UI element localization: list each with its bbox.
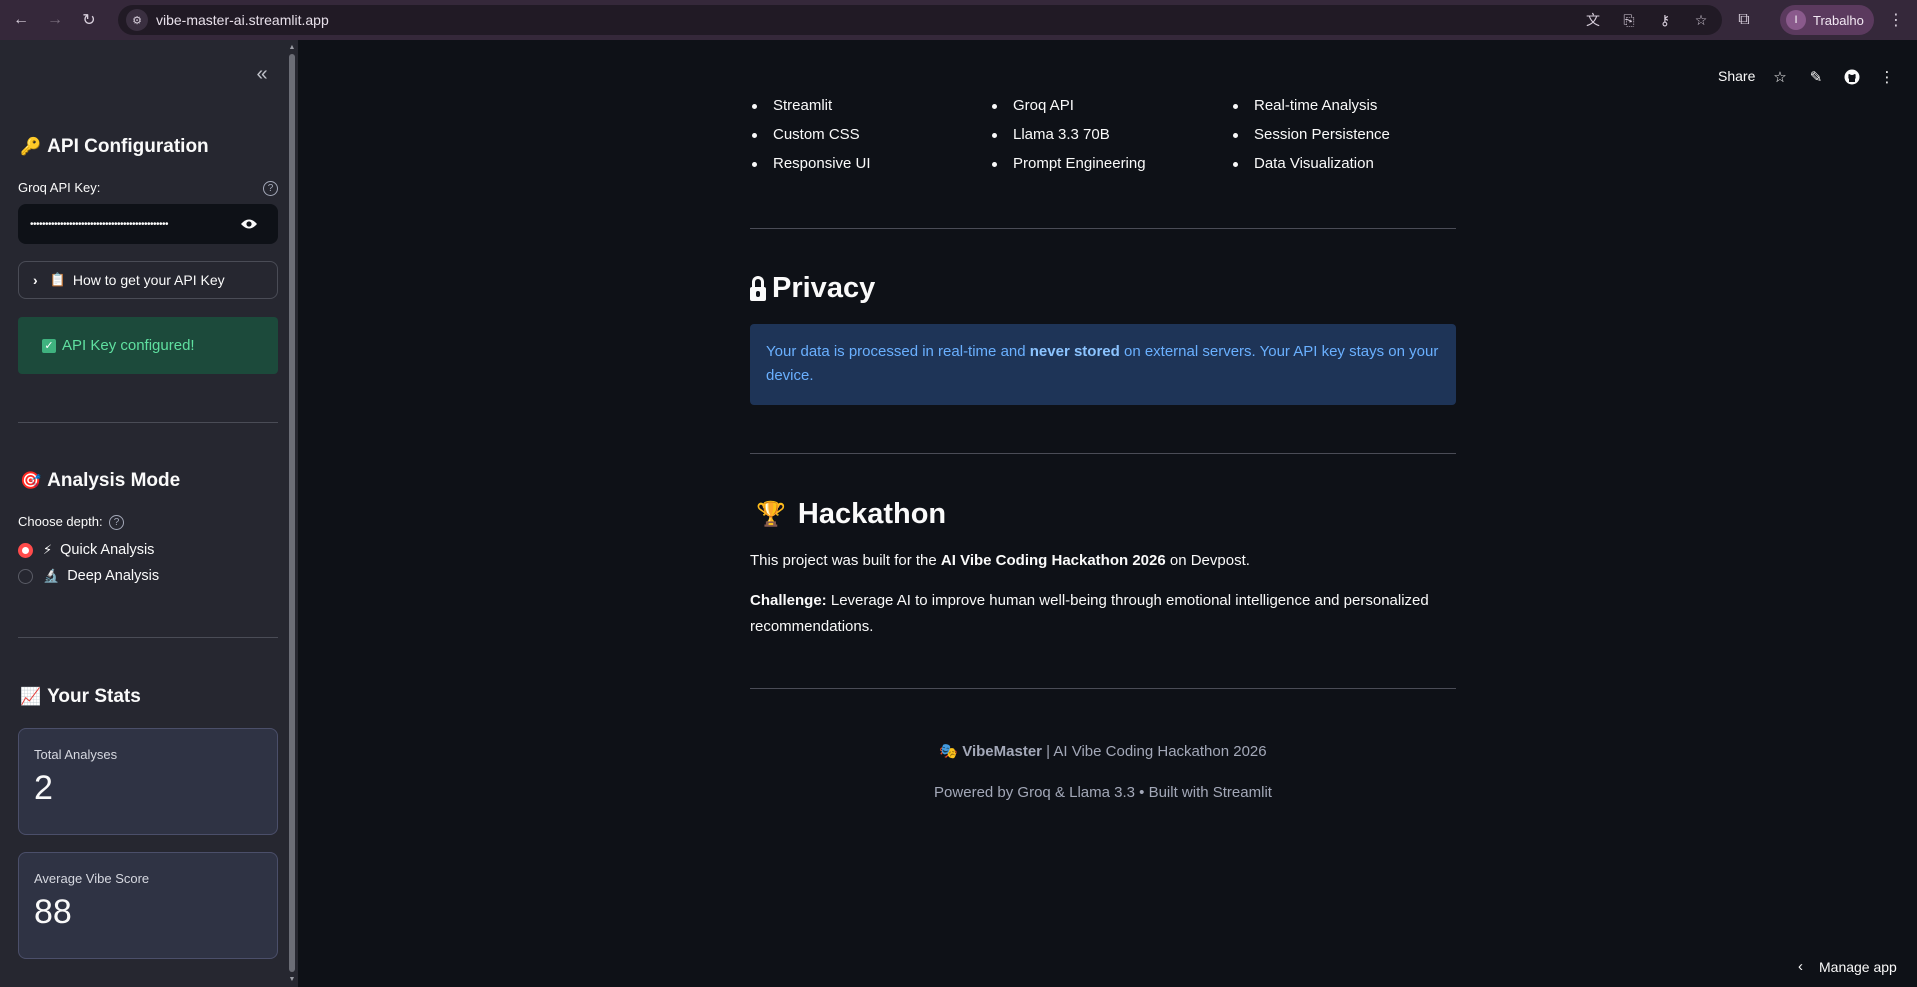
sidebar: « 🔑 API Configuration Groq API Key: ? ••…: [0, 40, 298, 987]
collapse-sidebar-icon[interactable]: «: [250, 62, 274, 86]
microscope-icon: 🔬: [43, 568, 60, 583]
back-icon[interactable]: ←: [8, 7, 34, 33]
edit-pencil-icon[interactable]: ✎: [1805, 66, 1827, 88]
translate-icon[interactable]: 文: [1582, 9, 1604, 31]
hackathon-description: This project was built for the AI Vibe C…: [750, 552, 1250, 569]
radio-label: Quick Analysis: [60, 542, 155, 558]
manage-app-button[interactable]: ‹ Manage app: [1798, 958, 1897, 975]
address-bar[interactable]: ⚙ vibe-master-ai.streamlit.app 文 ⎘ ⚷ ☆: [118, 5, 1722, 35]
chevron-left-icon: ‹: [1798, 958, 1803, 975]
profile-button[interactable]: I Trabalho: [1780, 5, 1874, 35]
lock-icon: [750, 275, 766, 302]
github-icon[interactable]: [1841, 66, 1863, 88]
api-key-value[interactable]: ••••••••••••••••••••••••••••••••••••••••…: [30, 219, 220, 230]
analysis-mode-heading: 🎯 Analysis Mode: [20, 470, 181, 491]
chevron-right-icon: ›: [33, 272, 38, 288]
list-item: Data Visualization: [1231, 154, 1390, 183]
divider: [18, 637, 278, 638]
masks-icon: 🎭: [939, 743, 959, 760]
footer-branding: 🎭 VibeMaster | AI Vibe Coding Hackathon …: [939, 743, 1267, 760]
share-button[interactable]: Share: [1718, 68, 1755, 84]
reload-icon[interactable]: ↻: [76, 7, 102, 33]
scrollbar-thumb[interactable]: [289, 54, 295, 972]
check-icon: ✓: [42, 338, 56, 353]
expander-label: How to get your API Key: [72, 272, 225, 288]
list-item: Responsive UI: [750, 154, 871, 183]
sidebar-scrollbar[interactable]: ▲ ▼: [288, 44, 296, 984]
api-config-heading: 🔑 API Configuration: [20, 136, 209, 157]
api-key-input[interactable]: ••••••••••••••••••••••••••••••••••••••••…: [18, 204, 278, 244]
lightning-icon: ⚡: [43, 542, 53, 557]
your-stats-heading: 📈 Your Stats: [20, 686, 141, 707]
metric-label: Average Vibe Score: [34, 871, 150, 886]
metric-average-vibe-score: Average Vibe Score 88: [18, 852, 278, 959]
api-key-success-alert: ✓ API Key configured!: [18, 317, 278, 374]
tech-list-column-1: Streamlit Custom CSS Responsive UI: [750, 96, 871, 183]
list-item: Llama 3.3 70B: [990, 125, 1146, 154]
list-item: Session Persistence: [1231, 125, 1390, 154]
success-text: API Key configured!: [62, 337, 195, 354]
trophy-icon: 🏆: [756, 501, 786, 528]
radio-quick-analysis[interactable]: ⚡ Quick Analysis: [18, 542, 154, 558]
list-item: Groq API: [990, 96, 1146, 125]
radio-button[interactable]: [18, 568, 33, 584]
divider: [750, 228, 1456, 229]
list-item: Custom CSS: [750, 125, 871, 154]
help-icon[interactable]: ?: [263, 181, 278, 196]
api-key-help-expander[interactable]: › 📋 How to get your API Key: [18, 261, 278, 299]
password-key-icon[interactable]: ⚷: [1654, 9, 1676, 31]
choose-depth-label: Choose depth:: [18, 514, 103, 529]
forward-icon[interactable]: →: [42, 7, 68, 33]
chart-increasing-icon: 📈: [20, 687, 42, 706]
browser-chrome: ← → ↻ ⚙ vibe-master-ai.streamlit.app 文 ⎘…: [0, 0, 1917, 40]
tech-list-column-3: Real-time Analysis Session Persistence D…: [1231, 96, 1390, 183]
privacy-info-alert: Your data is processed in real-time and …: [750, 324, 1456, 405]
help-icon[interactable]: ?: [109, 515, 124, 530]
list-item: Prompt Engineering: [990, 154, 1146, 183]
radio-button-checked[interactable]: [18, 542, 33, 558]
footer-powered-by: Powered by Groq & Llama 3.3 • Built with…: [934, 784, 1272, 801]
scroll-down-icon[interactable]: ▼: [288, 976, 296, 984]
scroll-up-icon[interactable]: ▲: [288, 44, 296, 52]
main-content: Share ☆ ✎ ⋮ Streamlit Custom CSS Respons…: [298, 40, 1917, 987]
show-password-eye-icon[interactable]: [240, 216, 258, 232]
target-icon: 🎯: [20, 471, 42, 490]
metric-value: 88: [34, 893, 72, 931]
install-app-icon[interactable]: ⎘: [1618, 9, 1640, 31]
divider: [18, 422, 278, 423]
metric-label: Total Analyses: [34, 747, 118, 762]
key-icon: 🔑: [20, 137, 42, 156]
site-settings-icon[interactable]: ⚙: [126, 9, 148, 31]
clipboard-icon: 📋: [49, 272, 66, 287]
list-item: Real-time Analysis: [1231, 96, 1390, 125]
brand-name: VibeMaster: [962, 743, 1042, 760]
radio-deep-analysis[interactable]: 🔬 Deep Analysis: [18, 568, 159, 584]
manage-app-label: Manage app: [1819, 958, 1897, 975]
list-item: Streamlit: [750, 96, 871, 125]
metric-total-analyses: Total Analyses 2: [18, 728, 278, 835]
avatar: I: [1786, 10, 1806, 30]
metric-value: 2: [34, 769, 53, 807]
divider: [750, 453, 1456, 454]
hackathon-challenge: Challenge: Leverage AI to improve human …: [750, 592, 1429, 635]
star-icon[interactable]: ☆: [1769, 66, 1791, 88]
privacy-heading: Privacy: [750, 272, 875, 305]
url-text[interactable]: vibe-master-ai.streamlit.app: [156, 12, 329, 28]
divider: [750, 688, 1456, 689]
profile-name: Trabalho: [1813, 12, 1864, 28]
groq-api-key-label: Groq API Key:: [18, 180, 101, 195]
hackathon-heading: 🏆 Hackathon: [756, 498, 947, 530]
extensions-icon[interactable]: ⧉: [1732, 8, 1756, 32]
more-menu-icon[interactable]: ⋮: [1876, 66, 1898, 88]
bookmark-star-icon[interactable]: ☆: [1690, 9, 1712, 31]
tech-list-column-2: Groq API Llama 3.3 70B Prompt Engineerin…: [990, 96, 1146, 183]
chrome-menu-icon[interactable]: ⋮: [1886, 8, 1906, 32]
radio-label: Deep Analysis: [67, 568, 160, 584]
